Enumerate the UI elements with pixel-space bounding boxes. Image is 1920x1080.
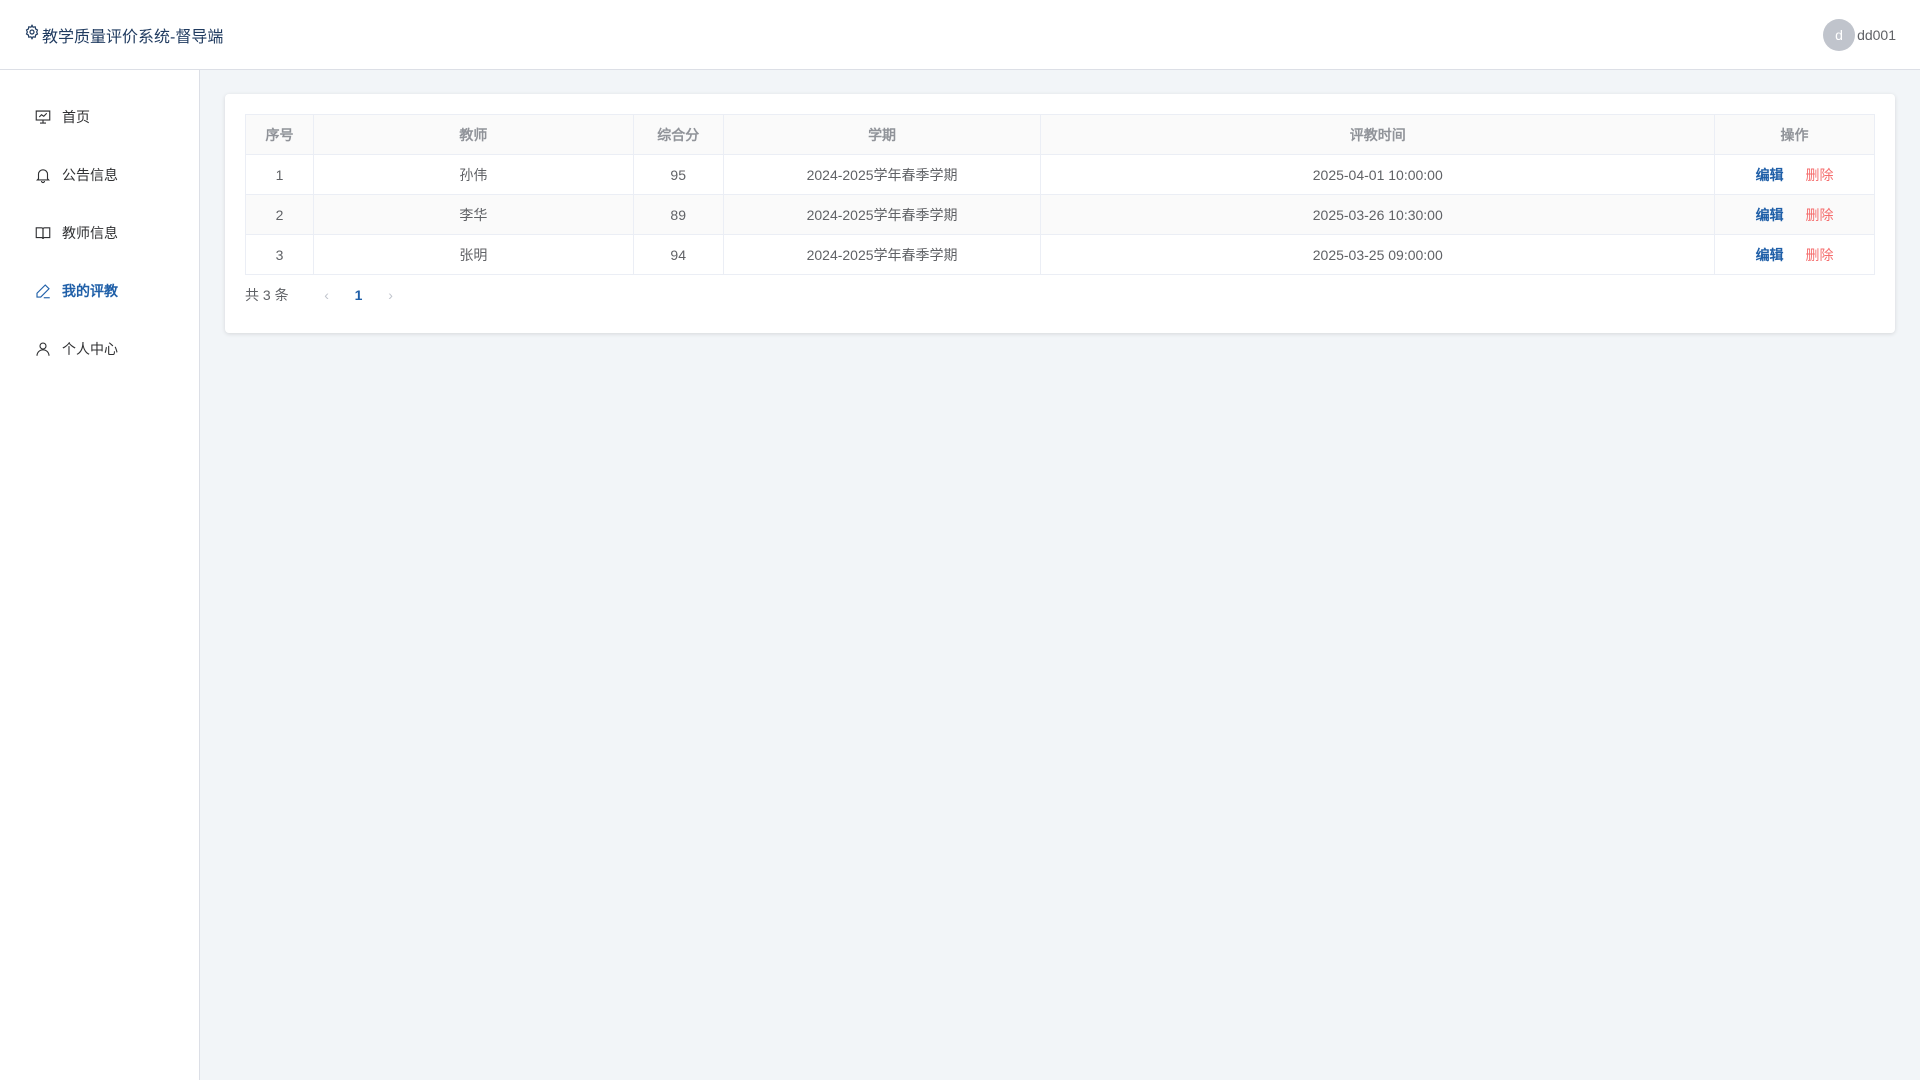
- pagination-total: 共 3 条: [245, 287, 289, 303]
- cell-teacher: 孙伟: [312, 154, 634, 195]
- cell-time: 2025-03-26 10:30:00: [1040, 194, 1716, 235]
- sidebar-item-profile[interactable]: 个人中心: [0, 320, 199, 378]
- avatar[interactable]: d: [1823, 18, 1856, 51]
- sidebar-item-label: 我的评教: [62, 283, 118, 299]
- gear-icon: [24, 24, 40, 45]
- delete-button[interactable]: 删除: [1805, 207, 1833, 223]
- cell-term: 2024-2025学年春季学期: [722, 194, 1042, 235]
- cell-teacher: 李华: [312, 194, 634, 235]
- evaluation-card: 序号 教师 综合分 学期 评教时间 操作 1 孙伟 95 2024-2025学年…: [225, 94, 1895, 333]
- table-row: 1 孙伟 95 2024-2025学年春季学期 2025-04-01 10:00…: [245, 154, 1875, 195]
- cell-time: 2025-03-25 09:00:00: [1040, 234, 1716, 275]
- sidebar-item-teachers[interactable]: 教师信息: [0, 204, 199, 262]
- column-header-actions: 操作: [1714, 114, 1875, 155]
- cell-actions: 编辑 删除: [1714, 234, 1875, 275]
- app-title: 教学质量评价系统-督导端: [42, 28, 224, 46]
- table-row: 2 李华 89 2024-2025学年春季学期 2025-03-26 10:30…: [245, 194, 1875, 235]
- sidebar-item-announcements[interactable]: 公告信息: [0, 146, 199, 204]
- cell-index: 2: [245, 194, 314, 235]
- prev-page-button[interactable]: ‹: [313, 287, 341, 303]
- brand: 教学质量评价系统-督导端: [24, 23, 223, 47]
- sidebar-item-my-evaluations[interactable]: 我的评教: [0, 262, 199, 320]
- next-page-button[interactable]: ›: [377, 287, 405, 303]
- sidebar-item-label: 首页: [62, 109, 90, 125]
- column-header-time: 评教时间: [1040, 114, 1716, 155]
- presentation-board-icon: [35, 110, 51, 124]
- username[interactable]: dd001: [1857, 27, 1896, 43]
- sidebar-item-label: 教师信息: [62, 225, 118, 241]
- sidebar-item-label: 公告信息: [62, 167, 118, 183]
- cell-index: 3: [245, 234, 314, 275]
- cell-score: 95: [632, 154, 724, 195]
- cell-actions: 编辑 删除: [1714, 194, 1875, 235]
- main-content: 序号 教师 综合分 学期 评教时间 操作 1 孙伟 95 2024-2025学年…: [200, 70, 1920, 1080]
- sidebar-item-label: 个人中心: [62, 341, 118, 357]
- sidebar-item-home[interactable]: 首页: [0, 88, 199, 146]
- delete-button[interactable]: 删除: [1805, 247, 1833, 263]
- column-header-teacher: 教师: [312, 114, 634, 155]
- bell-icon: [36, 169, 50, 183]
- edit-button[interactable]: 编辑: [1756, 167, 1784, 183]
- evaluation-table: 序号 教师 综合分 学期 评教时间 操作 1 孙伟 95 2024-2025学年…: [245, 114, 1875, 275]
- table-row: 3 张明 94 2024-2025学年春季学期 2025-03-25 09:00…: [245, 234, 1875, 275]
- delete-button[interactable]: 删除: [1805, 167, 1833, 183]
- table-header-row: 序号 教师 综合分 学期 评教时间 操作: [245, 114, 1875, 155]
- cell-score: 89: [632, 194, 724, 235]
- user-icon: [36, 342, 50, 356]
- edit-button[interactable]: 编辑: [1756, 247, 1784, 263]
- cell-term: 2024-2025学年春季学期: [722, 234, 1042, 275]
- cell-index: 1: [245, 154, 314, 195]
- user-menu[interactable]: d dd001: [1823, 18, 1896, 51]
- cell-score: 94: [632, 234, 724, 275]
- column-header-index: 序号: [245, 114, 314, 155]
- sidebar: 首页 公告信息 教师信息 我的评教 个人中心: [0, 70, 200, 1080]
- column-header-term: 学期: [722, 114, 1042, 155]
- cell-time: 2025-04-01 10:00:00: [1040, 154, 1716, 195]
- open-book-icon: [35, 227, 51, 240]
- cell-actions: 编辑 删除: [1714, 154, 1875, 195]
- pagination: 共 3 条 ‹ 1 ›: [245, 285, 1875, 305]
- cell-term: 2024-2025学年春季学期: [722, 154, 1042, 195]
- edit-button[interactable]: 编辑: [1756, 207, 1784, 223]
- cell-teacher: 张明: [312, 234, 634, 275]
- column-header-score: 综合分: [632, 114, 724, 155]
- top-header: 教学质量评价系统-督导端 d dd001: [0, 0, 1920, 70]
- edit-pen-icon: [36, 284, 50, 299]
- page-number-button[interactable]: 1: [341, 287, 377, 303]
